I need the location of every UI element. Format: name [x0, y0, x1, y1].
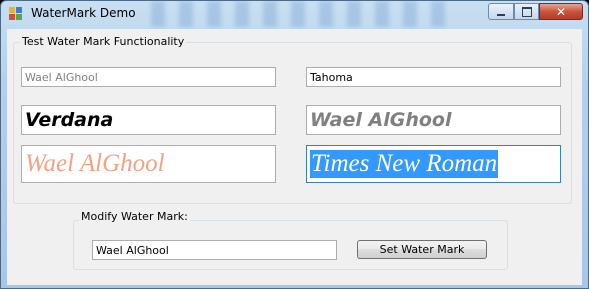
window-title: WaterMark Demo: [31, 6, 136, 20]
tahoma-text: Tahoma: [310, 70, 353, 84]
watermark-input[interactable]: Wael AlGhool: [92, 240, 337, 260]
set-watermark-button[interactable]: Set Water Mark: [357, 240, 487, 259]
title-bar[interactable]: WaterMark Demo ✕: [1, 1, 588, 29]
textbox-4-text: Wael AlGhool: [310, 109, 452, 131]
maximize-button[interactable]: [514, 3, 539, 20]
tahoma-textbox[interactable]: Tahoma: [306, 67, 561, 87]
watermark-textbox-5[interactable]: Wael AlGhool: [21, 145, 276, 183]
app-window: WaterMark Demo ✕ Test Water Mark Functio…: [0, 0, 589, 289]
verdana-textbox[interactable]: Verdana: [21, 105, 276, 135]
app-icon: [9, 7, 23, 21]
test-group-title: Test Water Mark Functionality: [20, 35, 187, 48]
textbox-1-text: Wael AlGhool: [25, 70, 98, 84]
watermark-textbox-1[interactable]: Wael AlGhool: [21, 67, 276, 87]
textbox-5-text: Wael AlGhool: [25, 150, 165, 177]
close-button[interactable]: ✕: [539, 3, 583, 20]
watermark-input-text: Wael AlGhool: [96, 243, 169, 257]
close-icon: ✕: [555, 4, 567, 19]
times-new-roman-textbox[interactable]: Times New Roman: [306, 145, 561, 183]
watermark-textbox-4[interactable]: Wael AlGhool: [306, 105, 561, 135]
set-watermark-label: Set Water Mark: [379, 243, 465, 256]
client-area: Test Water Mark Functionality Wael AlGho…: [7, 29, 582, 285]
minimize-icon: [497, 13, 505, 16]
verdana-text: Verdana: [25, 109, 114, 131]
times-new-roman-text: Times New Roman: [310, 150, 499, 178]
maximize-icon: [521, 6, 532, 17]
minimize-button[interactable]: [488, 3, 514, 20]
modify-group-title: Modify Water Mark:: [79, 210, 190, 223]
